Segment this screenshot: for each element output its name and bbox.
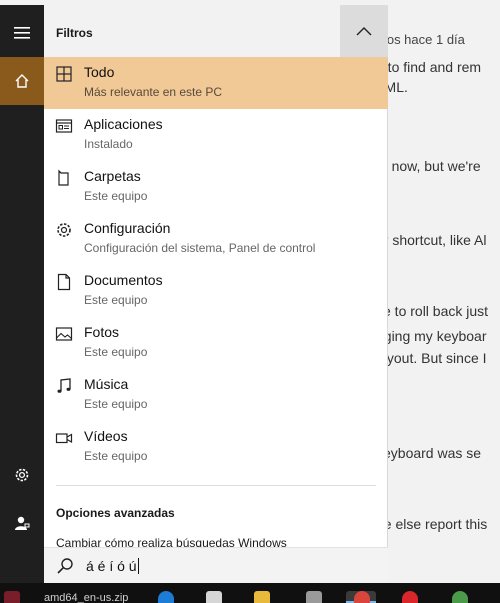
opera-icon[interactable]: [402, 591, 418, 603]
background-text-line: g to find and rem: [376, 59, 482, 75]
section-divider: [56, 485, 376, 486]
background-text-line: ht now, but we're: [376, 158, 481, 174]
folder-icon: [58, 169, 69, 186]
filter-label: Música: [84, 376, 129, 392]
taskbar: amd64_en-us.zip: [0, 583, 500, 603]
settings-button[interactable]: [0, 451, 44, 499]
settings-gear-icon: [15, 468, 29, 482]
search-icon: [57, 558, 73, 574]
text-caret: [137, 558, 139, 574]
filter-label: Configuración: [84, 220, 171, 236]
filter-description: Este equipo: [84, 397, 148, 411]
filter-item-videos[interactable]: Vídeos Este equipo: [44, 421, 388, 473]
hamburger-menu-icon: [14, 27, 30, 39]
background-text-line: keyboard was se: [376, 445, 482, 461]
music-icon: [57, 378, 71, 393]
filters-title: Filtros: [56, 26, 93, 40]
filter-item-fotos[interactable]: Fotos Este equipo: [44, 317, 388, 369]
settings-app-icon[interactable]: [306, 591, 322, 603]
store-icon[interactable]: [206, 591, 222, 603]
hamburger-menu-button[interactable]: [0, 9, 44, 57]
app-icon[interactable]: [452, 591, 468, 603]
video-icon: [55, 433, 73, 444]
background-text-line: ne else report this: [376, 516, 488, 532]
file-explorer-icon[interactable]: [254, 591, 270, 603]
filter-label: Carpetas: [84, 168, 141, 184]
taskbar-app-label[interactable]: amd64_en-us.zip: [44, 592, 128, 603]
filter-description: Instalado: [84, 137, 133, 151]
change-search-settings-link[interactable]: Cambiar cómo realiza búsquedas Windows: [56, 536, 376, 547]
collapse-filters-button[interactable]: [340, 5, 388, 57]
filter-label: Fotos: [84, 324, 120, 340]
filter-label: Vídeos: [84, 428, 128, 444]
winrar-icon[interactable]: [4, 591, 20, 603]
grid-icon: [56, 66, 72, 82]
background-text-line: layout. But since I: [376, 350, 487, 366]
filter-description: Este equipo: [84, 189, 148, 203]
document-icon: [57, 273, 71, 291]
search-query-value: á é í ó ú: [86, 558, 137, 574]
gear-icon: [57, 223, 71, 237]
filter-description: Configuración del sistema, Panel de cont…: [84, 241, 316, 255]
background-text-line: ntos hace 1 día: [376, 32, 465, 47]
filter-item-todo[interactable]: Todo Más relevante en este PC: [44, 57, 388, 109]
filter-description: Este equipo: [84, 449, 148, 463]
filter-description: Este equipo: [84, 293, 148, 307]
chrome-icon[interactable]: [354, 591, 370, 603]
home-icon: [15, 74, 29, 88]
filter-description: Este equipo: [84, 345, 148, 359]
filter-item-musica[interactable]: Música Este equipo: [44, 369, 388, 421]
home-button[interactable]: [0, 57, 44, 105]
user-account-icon: [15, 516, 30, 530]
search-filters-panel: Filtros Todo Más relevante en este PC Ap…: [44, 5, 388, 583]
photo-icon: [55, 327, 73, 341]
start-sidebar: [0, 5, 44, 583]
search-box[interactable]: á é í ó ú: [44, 547, 388, 583]
search-query-text[interactable]: á é í ó ú: [86, 558, 139, 574]
filter-label: Todo: [84, 64, 115, 80]
advanced-options-title: Opciones avanzadas: [56, 506, 175, 520]
background-text-line: er shortcut, like Al: [376, 232, 487, 248]
background-text-line: ve to roll back just: [376, 303, 489, 319]
chevron-up-icon: [356, 26, 372, 35]
filters-header: Filtros: [44, 5, 388, 57]
filter-label: Documentos: [84, 272, 163, 288]
filter-label: Aplicaciones: [84, 116, 163, 132]
filter-description: Más relevante en este PC: [84, 85, 223, 99]
filter-item-configuracion[interactable]: Configuración Configuración del sistema,…: [44, 213, 388, 265]
apps-icon: [55, 119, 73, 133]
filter-item-aplicaciones[interactable]: Aplicaciones Instalado: [44, 109, 388, 161]
edge-browser-icon[interactable]: [158, 591, 174, 603]
filter-item-documentos[interactable]: Documentos Este equipo: [44, 265, 388, 317]
user-account-button[interactable]: [0, 499, 44, 547]
background-text-line: nging my keyboar: [376, 328, 487, 344]
filter-item-carpetas[interactable]: Carpetas Este equipo: [44, 161, 388, 213]
